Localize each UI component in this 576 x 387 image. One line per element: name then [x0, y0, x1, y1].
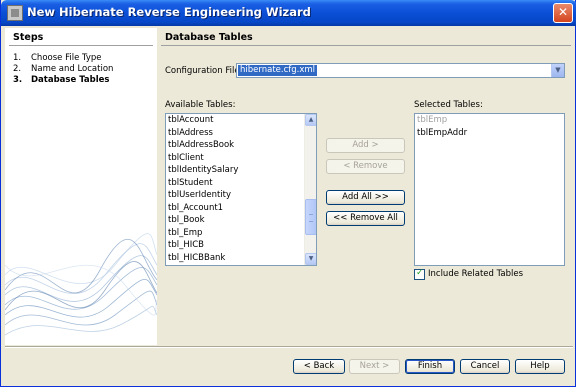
main-panel: Database Tables Configuration File: hibe… — [157, 28, 573, 345]
app-icon — [7, 5, 23, 21]
title-divider — [161, 45, 571, 46]
step-number: 2. — [13, 64, 22, 74]
available-table-item[interactable]: tblAddressBook — [166, 139, 316, 152]
close-button[interactable]: ✕ — [553, 3, 573, 23]
wizard-window: New Hibernate Reverse Engineering Wizard… — [0, 0, 576, 387]
remove-all-button[interactable]: << Remove All — [326, 211, 405, 226]
available-table-item[interactable]: tbl_Account1 — [166, 202, 316, 215]
back-button[interactable]: < Back — [293, 359, 345, 374]
available-table-item[interactable]: tblAddress — [166, 127, 316, 140]
step-item: 1. Choose File Type — [13, 53, 102, 63]
step-number: 1. — [13, 53, 22, 63]
add-all-button[interactable]: Add All >> — [326, 190, 405, 205]
available-table-item[interactable]: tblClient — [166, 152, 316, 165]
finish-button[interactable]: Finish — [405, 359, 455, 374]
scroll-down-button[interactable]: ▼ — [305, 253, 316, 265]
step-label: Name and Location — [31, 64, 114, 74]
step-item-current: 3. Database Tables — [13, 75, 109, 85]
selected-table-item[interactable]: tblEmpAddr — [415, 127, 564, 140]
decorative-wave-image — [5, 233, 157, 336]
checkbox-checked-icon[interactable] — [414, 268, 425, 280]
available-table-item[interactable]: tblIdentitySalary — [166, 164, 316, 177]
available-table-item[interactable]: tblUserIdentity — [166, 189, 316, 202]
available-table-item[interactable]: tblStudent — [166, 177, 316, 190]
available-table-item[interactable]: tbl_Emp — [166, 227, 316, 240]
available-table-item[interactable]: tblAccount — [166, 114, 316, 127]
help-button[interactable]: Help — [515, 359, 565, 374]
steps-panel: Steps 1. Choose File Type 2. Name and Loca… — [5, 28, 157, 345]
remove-button[interactable]: < Remove — [326, 159, 405, 174]
footer-divider-highlight — [5, 347, 573, 348]
available-tables-list[interactable]: tblAccount tblAddress tblAddressBook tblCli… — [165, 113, 317, 266]
title-bar[interactable]: New Hibernate Reverse Engineering Wizard… — [1, 0, 576, 26]
cancel-button[interactable]: Cancel — [460, 359, 510, 374]
selected-tables-list[interactable]: tblEmp tblEmpAddr — [414, 113, 565, 266]
available-tables-label: Available Tables: — [165, 100, 236, 110]
config-file-dropdown[interactable]: hibernate.cfg.xml ▼ — [236, 63, 565, 78]
next-button[interactable]: Next > — [349, 359, 400, 374]
steps-title: Steps — [13, 32, 44, 43]
add-button[interactable]: Add > — [326, 138, 405, 153]
steps-divider — [9, 45, 153, 46]
selected-table-item[interactable]: tblEmp — [415, 114, 564, 127]
available-table-item[interactable]: tbl_HICBBank — [166, 252, 316, 265]
scroll-up-button[interactable]: ▲ — [305, 114, 316, 126]
available-table-item[interactable]: tbl_HICB — [166, 239, 316, 252]
include-related-label: Include Related Tables — [428, 269, 524, 279]
step-item: 2. Name and Location — [13, 64, 113, 74]
available-table-item[interactable]: tbl_Book — [166, 214, 316, 227]
window-title: New Hibernate Reverse Engineering Wizard — [27, 5, 311, 19]
chevron-down-icon[interactable]: ▼ — [551, 64, 564, 77]
config-file-value: hibernate.cfg.xml — [238, 65, 318, 76]
scroll-thumb[interactable] — [305, 199, 316, 235]
step-label: Choose File Type — [31, 53, 102, 63]
step-number: 3. — [13, 75, 23, 85]
page-title: Database Tables — [165, 32, 253, 43]
available-tables-scrollbar[interactable]: ▲ ▼ — [304, 114, 316, 265]
selected-tables-label: Selected Tables: — [414, 100, 483, 110]
step-label: Database Tables — [31, 75, 110, 85]
config-file-label: Configuration File: — [165, 66, 243, 76]
